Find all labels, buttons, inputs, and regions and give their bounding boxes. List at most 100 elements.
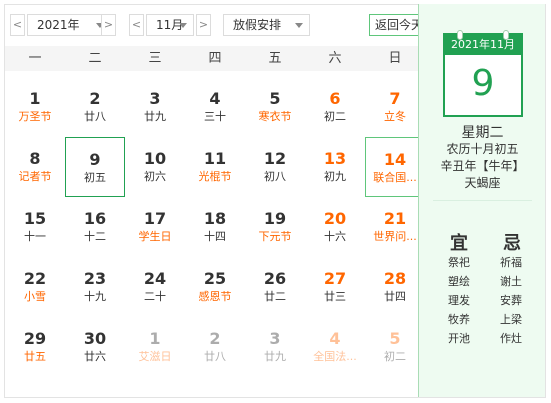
day-cell[interactable]: 28 廿四 bbox=[365, 257, 425, 317]
lunar-date: 十九 bbox=[84, 290, 106, 303]
yi-item: 理发 bbox=[448, 294, 470, 307]
day-cell[interactable]: 26 廿二 bbox=[245, 257, 305, 317]
day-number: 16 bbox=[83, 209, 107, 228]
lunar-date: 廿二 bbox=[264, 290, 286, 303]
day-cell[interactable]: 21 世界问... bbox=[365, 197, 425, 257]
day-cell[interactable]: 14 联合国... bbox=[365, 137, 425, 197]
day-cell[interactable]: 12 初八 bbox=[245, 137, 305, 197]
festival-label: 光棍节 bbox=[198, 170, 232, 183]
lunar-date: 初九 bbox=[324, 170, 346, 183]
day-cell[interactable]: 19 下元节 bbox=[245, 197, 305, 257]
festival-label: 记者节 bbox=[18, 170, 52, 183]
month-select[interactable]: 11月 bbox=[146, 14, 194, 36]
festival-label: 联合国... bbox=[373, 171, 417, 184]
next-year-button[interactable]: > bbox=[101, 14, 116, 36]
weekday-mon: 一 bbox=[28, 51, 42, 66]
ji-title: 忌 bbox=[503, 233, 521, 254]
detail-weekday: 星期二 bbox=[461, 125, 504, 141]
weekday-tue: 二 bbox=[88, 51, 102, 66]
day-number: 12 bbox=[263, 149, 287, 168]
day-cell[interactable]: 4 全国法... bbox=[305, 317, 365, 377]
day-cell[interactable]: 24 二十 bbox=[125, 257, 185, 317]
day-cell[interactable]: 17 学生日 bbox=[125, 197, 185, 257]
day-number: 1 bbox=[149, 329, 161, 348]
festival-label: 感恩节 bbox=[198, 290, 232, 303]
day-cell[interactable]: 8 记者节 bbox=[5, 137, 65, 197]
festival-label: 廿五 bbox=[24, 350, 46, 363]
day-cell[interactable]: 16 十二 bbox=[65, 197, 125, 257]
day-cell[interactable]: 22 小雪 bbox=[5, 257, 65, 317]
day-cell[interactable]: 18 十四 bbox=[185, 197, 245, 257]
day-cell[interactable]: 5 寒衣节 bbox=[245, 77, 305, 137]
weekday-sat: 六 bbox=[328, 51, 342, 66]
day-number: 5 bbox=[389, 329, 401, 348]
festival-label: 小雪 bbox=[24, 290, 46, 303]
year-select[interactable]: 2021年 bbox=[27, 14, 111, 36]
year-select-value: 2021年 bbox=[37, 18, 80, 32]
day-cell[interactable]: 11 光棍节 bbox=[185, 137, 245, 197]
day-number: 30 bbox=[83, 329, 107, 348]
detail-ganzhi-year: 辛丑年【牛年】 bbox=[440, 159, 525, 173]
day-cell-selected[interactable]: 9 初五 bbox=[65, 137, 125, 197]
day-number: 7 bbox=[389, 89, 401, 108]
festival-label: 万圣节 bbox=[18, 110, 52, 123]
day-cell[interactable]: 1 艾滋日 bbox=[125, 317, 185, 377]
ji-item: 上梁 bbox=[500, 313, 522, 326]
day-cell[interactable]: 15 十一 bbox=[5, 197, 65, 257]
lunar-date: 十六 bbox=[324, 230, 346, 243]
weekday-thu: 四 bbox=[208, 51, 222, 66]
next-month-button[interactable]: > bbox=[196, 14, 211, 36]
day-number: 13 bbox=[323, 149, 347, 168]
day-number: 4 bbox=[209, 89, 221, 108]
day-cell[interactable]: 25 感恩节 bbox=[185, 257, 245, 317]
day-number: 5 bbox=[269, 89, 281, 108]
festival-label: 立冬 bbox=[384, 110, 406, 123]
day-number: 1 bbox=[29, 89, 41, 108]
day-cell[interactable]: 5 初二 bbox=[365, 317, 425, 377]
day-number: 3 bbox=[149, 89, 161, 108]
day-cell[interactable]: 20 十六 bbox=[305, 197, 365, 257]
day-cell[interactable]: 3 廿九 bbox=[245, 317, 305, 377]
prev-year-button[interactable]: < bbox=[10, 14, 25, 36]
day-number: 24 bbox=[143, 269, 167, 288]
day-cell[interactable]: 1 万圣节 bbox=[5, 77, 65, 137]
lunar-date: 初六 bbox=[144, 170, 166, 183]
lunar-date: 廿八 bbox=[84, 110, 106, 123]
day-cell[interactable]: 2 廿八 bbox=[185, 317, 245, 377]
day-number: 14 bbox=[383, 150, 407, 169]
day-page: 2021年11月 9 bbox=[443, 30, 523, 117]
day-number: 3 bbox=[269, 329, 281, 348]
day-cell[interactable]: 29 廿五 bbox=[5, 317, 65, 377]
day-cell[interactable]: 6 初二 bbox=[305, 77, 365, 137]
ji-item: 祈福 bbox=[500, 256, 522, 269]
festival-label: 下元节 bbox=[258, 230, 292, 243]
day-cell[interactable]: 27 廿三 bbox=[305, 257, 365, 317]
yi-title: 宜 bbox=[450, 233, 468, 254]
festival-label: 学生日 bbox=[138, 230, 172, 243]
day-number: 25 bbox=[203, 269, 227, 288]
holiday-schedule-value: 放假安排 bbox=[233, 18, 282, 32]
lunar-date: 廿八 bbox=[204, 350, 226, 363]
detail-lunar-date: 农历十月初五 bbox=[446, 142, 519, 156]
day-number: 27 bbox=[323, 269, 347, 288]
festival-label: 世界问... bbox=[373, 230, 417, 243]
day-number: 19 bbox=[263, 209, 287, 228]
lunar-date: 十一 bbox=[24, 230, 46, 243]
day-cell[interactable]: 4 三十 bbox=[185, 77, 245, 137]
day-number: 17 bbox=[143, 209, 167, 228]
yi-item: 祭祀 bbox=[448, 256, 470, 269]
day-cell[interactable]: 7 立冬 bbox=[365, 77, 425, 137]
day-cell[interactable]: 2 廿八 bbox=[65, 77, 125, 137]
day-cell[interactable]: 30 廿六 bbox=[65, 317, 125, 377]
day-cell[interactable]: 10 初六 bbox=[125, 137, 185, 197]
day-cell[interactable]: 3 廿九 bbox=[125, 77, 185, 137]
weekday-wed: 三 bbox=[148, 51, 162, 66]
holiday-schedule-select[interactable]: 放假安排 bbox=[223, 14, 310, 36]
prev-month-button[interactable]: < bbox=[129, 14, 144, 36]
lunar-date: 十四 bbox=[204, 230, 226, 243]
day-cell[interactable]: 13 初九 bbox=[305, 137, 365, 197]
festival-label: 全国法... bbox=[313, 350, 357, 363]
day-number: 6 bbox=[329, 89, 341, 108]
day-cell[interactable]: 23 十九 bbox=[65, 257, 125, 317]
lunar-date: 初五 bbox=[84, 171, 106, 184]
